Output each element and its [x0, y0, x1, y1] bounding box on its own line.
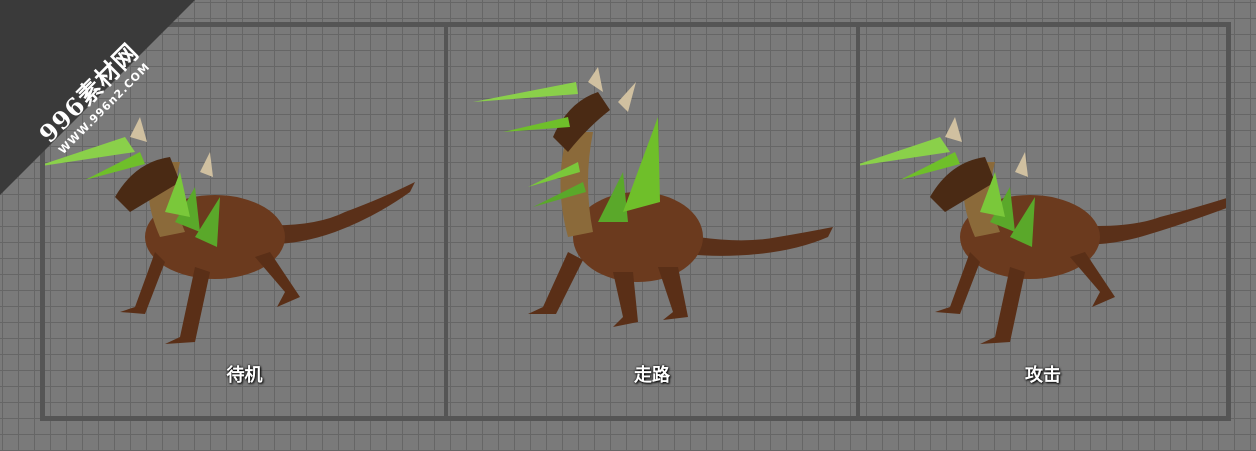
panel-walk: 走路 — [448, 22, 856, 421]
animation-label: 攻击 — [1025, 365, 1061, 386]
animation-label: 走路 — [634, 365, 670, 386]
panel-attack: 攻击 — [860, 22, 1226, 421]
animation-label: 待机 — [226, 365, 263, 386]
watermark-badge: 996素材网 WWW.996n2.COM — [0, 0, 210, 210]
